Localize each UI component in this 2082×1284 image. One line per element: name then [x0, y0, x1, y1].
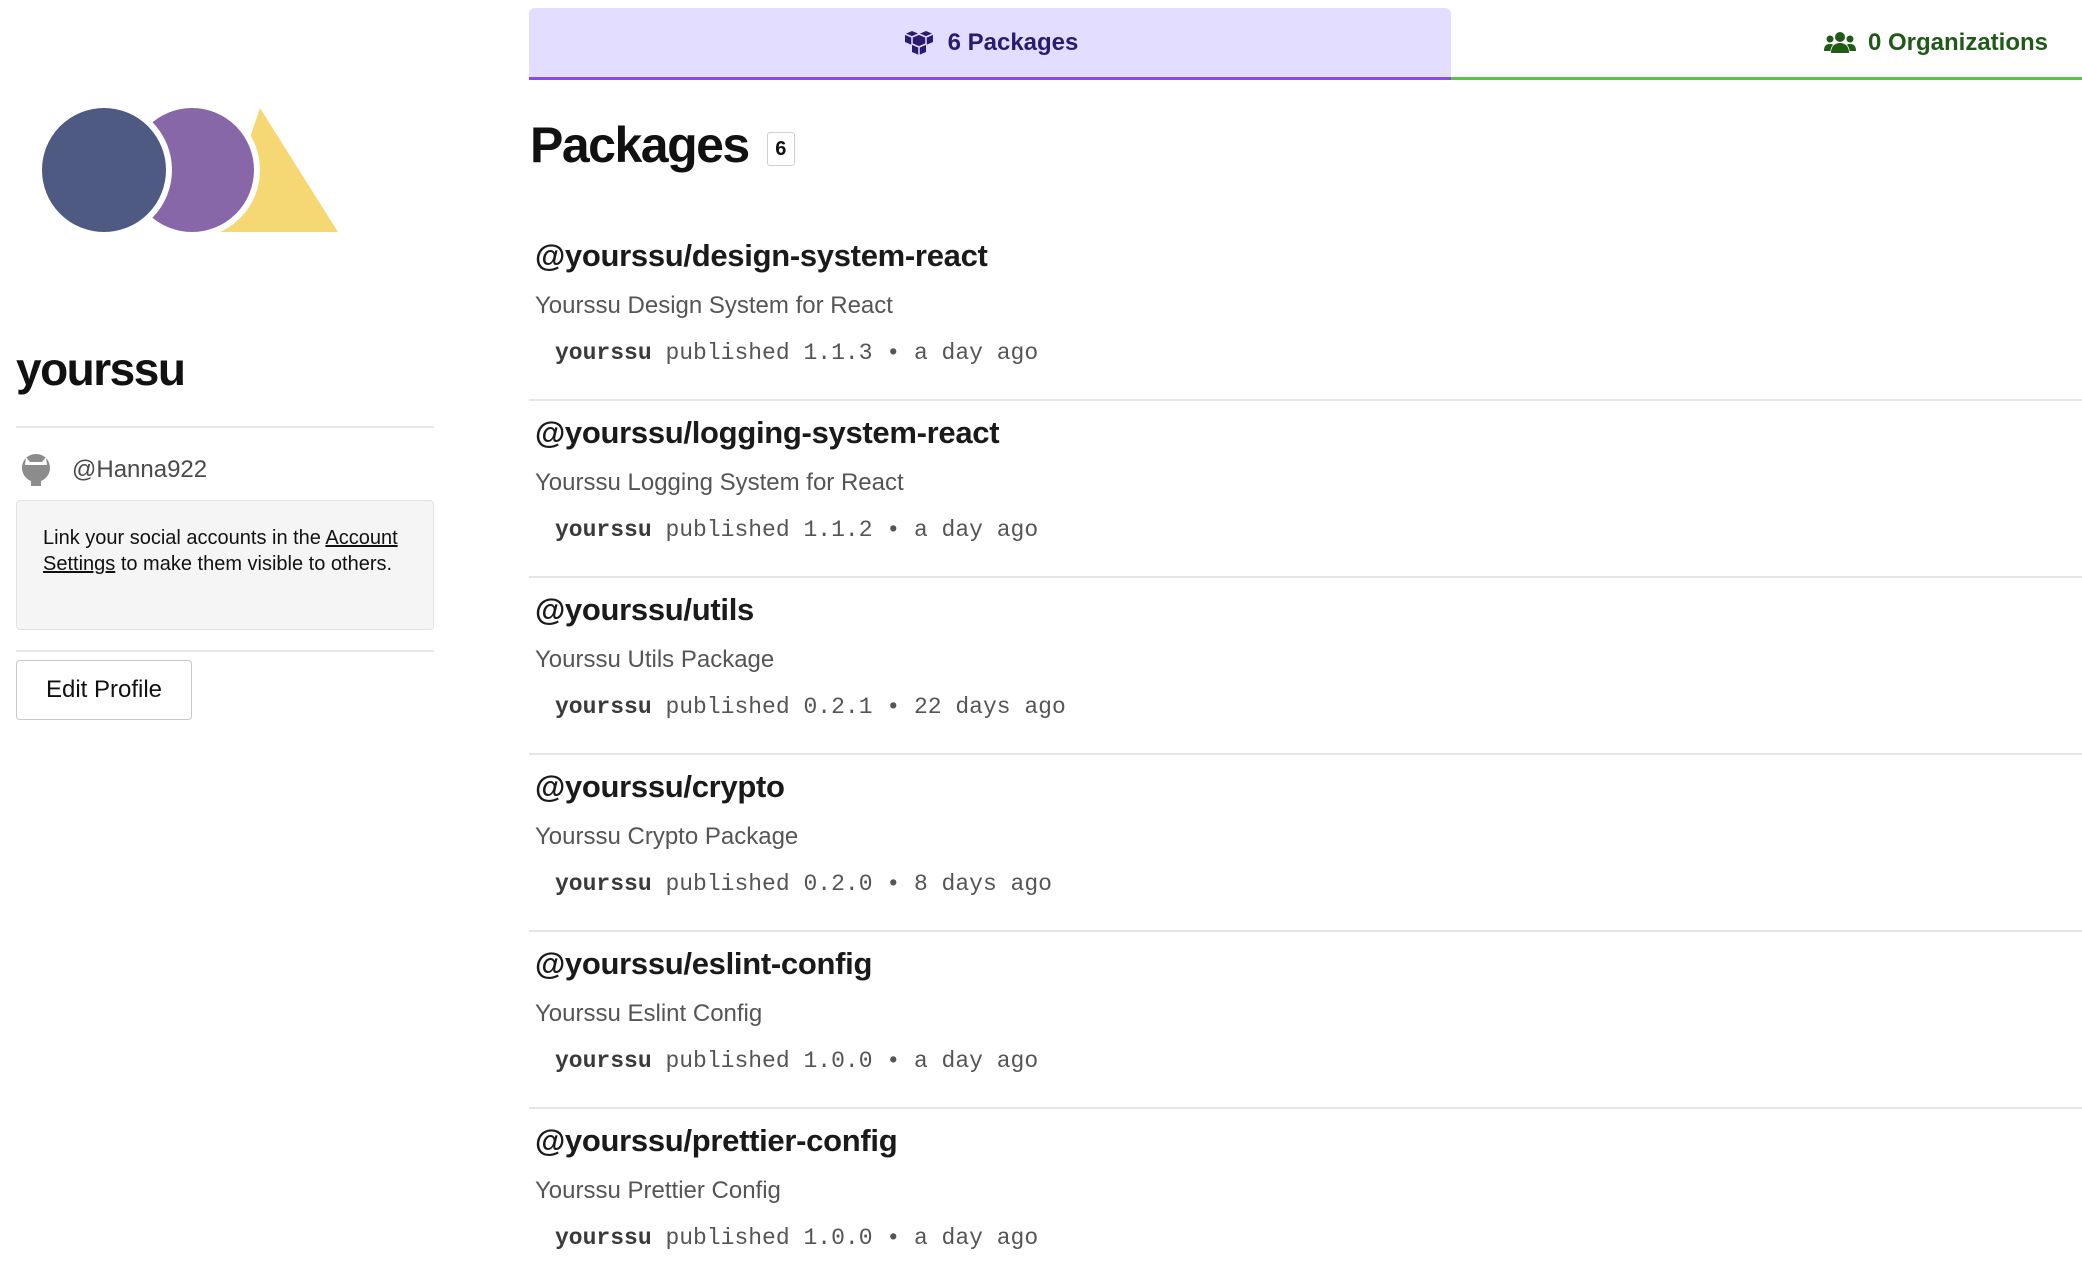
package-description: Yourssu Logging System for React	[535, 469, 904, 496]
package-description: Yourssu Utils Package	[535, 646, 775, 673]
package-list-item: @yourssu/crypto Yourssu Crypto Package you…	[529, 755, 2082, 932]
package-name-link[interactable]: @yourssu/design-system-react	[535, 238, 988, 274]
package-list-item: @yourssu/logging-system-react Yourssu Log…	[529, 401, 2082, 578]
package-name-link[interactable]: @yourssu/utils	[535, 592, 754, 628]
package-publish-info: yourssu published 1.0.0 • a day ago	[555, 1225, 1038, 1251]
github-handle: @Hanna922	[72, 456, 208, 483]
meta-separator: •	[886, 1225, 901, 1251]
package-list-item: @yourssu/design-system-react Yourssu Desi…	[529, 224, 2082, 401]
package-publish-verb: published	[665, 871, 790, 897]
package-list: @yourssu/design-system-react Yourssu Desi…	[529, 224, 2082, 1284]
package-publish-time: a day ago	[913, 517, 1039, 543]
packages-count-badge: 6	[766, 132, 795, 166]
package-version: 1.1.3	[803, 340, 873, 366]
package-publish-time: a day ago	[913, 340, 1039, 366]
package-publish-info: yourssu published 1.0.0 • a day ago	[555, 1048, 1038, 1074]
package-publish-info: yourssu published 1.1.3 • a day ago	[555, 340, 1038, 366]
meta-separator: •	[886, 871, 901, 897]
package-author-link[interactable]: yourssu	[555, 871, 652, 897]
package-name-link[interactable]: @yourssu/eslint-config	[535, 946, 872, 982]
package-name-link[interactable]: @yourssu/logging-system-react	[535, 415, 1000, 451]
package-description: Yourssu Eslint Config	[535, 1000, 763, 1027]
tab-organizations[interactable]: 0 Organizations	[1451, 8, 2082, 80]
profile-username: yourssu	[16, 343, 186, 395]
meta-separator: •	[886, 694, 901, 720]
social-note-text-end: to make them visible to others.	[115, 553, 393, 575]
tab-organizations-label: 0 Organizations	[1867, 28, 2048, 56]
avatar	[36, 102, 338, 238]
package-author-link[interactable]: yourssu	[555, 1225, 652, 1251]
page-title: Packages	[530, 117, 750, 173]
package-publish-time: a day ago	[913, 1225, 1039, 1251]
edit-profile-button[interactable]: Edit Profile	[16, 660, 192, 720]
package-list-item: @yourssu/eslint-config Yourssu Eslint Con…	[529, 932, 2082, 1109]
package-version: 1.0.0	[803, 1048, 873, 1074]
package-publish-info: yourssu published 0.2.0 • 8 days ago	[555, 871, 1052, 897]
package-list-item: @yourssu/utils Yourssu Utils Package yours…	[529, 578, 2082, 755]
package-author-link[interactable]: yourssu	[555, 1048, 652, 1074]
package-publish-time: 22 days ago	[913, 694, 1066, 720]
profile-page: yourssu @Hanna922 Link your social accou…	[0, 0, 2082, 1284]
package-name-link[interactable]: @yourssu/crypto	[535, 769, 785, 805]
tab-packages[interactable]: 6 Packages	[529, 8, 1451, 80]
users-icon	[1823, 31, 1856, 53]
package-publish-verb: published	[665, 1225, 790, 1251]
sidebar-divider	[16, 650, 434, 652]
package-list-item: @yourssu/prettier-config Yourssu Prettier…	[529, 1109, 2082, 1284]
packages-heading-row: Packages 6	[530, 116, 795, 174]
social-note-text-start: Link your social accounts in the	[43, 527, 326, 549]
package-version: 1.1.2	[803, 517, 873, 543]
package-author-link[interactable]: yourssu	[555, 517, 652, 543]
package-publish-verb: published	[665, 340, 790, 366]
package-publish-verb: published	[665, 694, 790, 720]
social-accounts-note: Link your social accounts in the Account…	[16, 500, 434, 630]
package-version: 0.2.0	[803, 871, 873, 897]
package-description: Yourssu Crypto Package	[535, 823, 799, 850]
sidebar-divider	[16, 426, 434, 428]
package-publish-time: 8 days ago	[913, 871, 1052, 897]
package-author-link[interactable]: yourssu	[555, 694, 652, 720]
meta-separator: •	[886, 1048, 901, 1074]
package-publish-verb: published	[665, 1048, 790, 1074]
meta-separator: •	[886, 517, 901, 543]
meta-separator: •	[886, 340, 901, 366]
package-publish-verb: published	[665, 517, 790, 543]
package-version: 1.0.0	[803, 1225, 873, 1251]
package-description: Yourssu Prettier Config	[535, 1177, 781, 1204]
packages-icon	[904, 30, 933, 55]
package-author-link[interactable]: yourssu	[555, 340, 652, 366]
package-name-link[interactable]: @yourssu/prettier-config	[535, 1123, 898, 1159]
package-description: Yourssu Design System for React	[535, 292, 893, 319]
package-version: 0.2.1	[803, 694, 873, 720]
package-publish-info: yourssu published 0.2.1 • 22 days ago	[555, 694, 1066, 720]
profile-tabs: 6 Packages 0 Organizations	[529, 8, 2082, 80]
tab-packages-label: 6 Packages	[947, 28, 1079, 56]
package-publish-info: yourssu published 1.1.2 • a day ago	[555, 517, 1038, 543]
github-account-row: @Hanna922	[20, 450, 207, 490]
package-publish-time: a day ago	[913, 1048, 1039, 1074]
avatar-navy-circle-shape	[36, 102, 172, 238]
github-icon	[22, 454, 50, 486]
